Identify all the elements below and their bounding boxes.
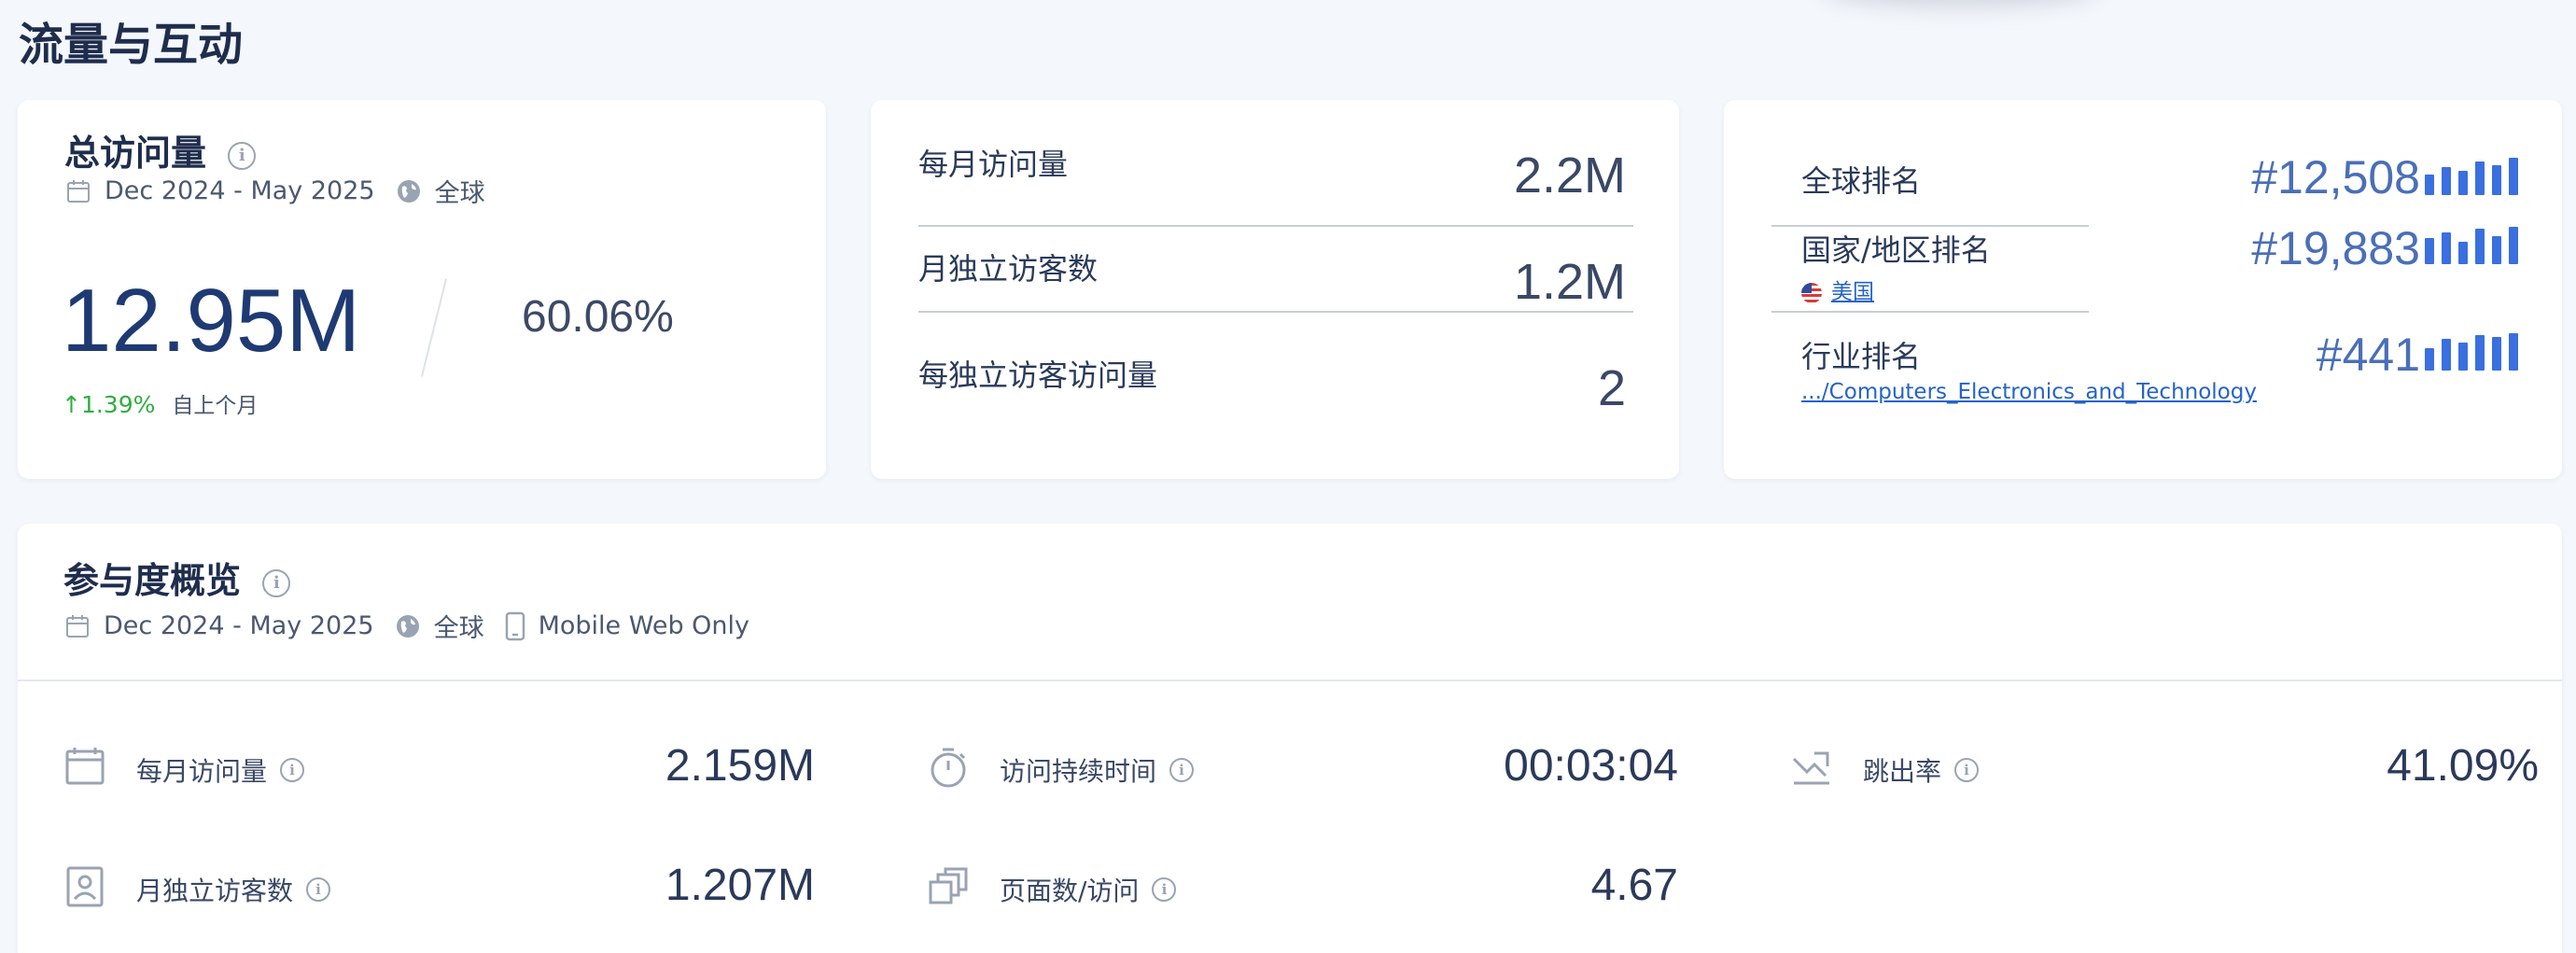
rank-label: 国家/地区排名 — [1801, 232, 1991, 268]
change-value: ↑1.39% — [62, 391, 156, 418]
metric-label-text: 每月访问量 — [136, 756, 268, 787]
bar-chart-icon[interactable] — [2425, 158, 2518, 195]
divider — [420, 278, 448, 377]
stat-label: 每独立访客访问量 — [918, 357, 1158, 393]
rank-value: #12,508 — [2251, 151, 2420, 203]
total-visits-card: 总访问量 i Dec 2024 - May 2025 全球 12.95M 60.… — [18, 100, 826, 479]
info-icon[interactable]: i — [306, 877, 331, 902]
stat-value: 2.2M — [1513, 147, 1626, 203]
flag-icon — [1801, 282, 1822, 303]
stat-row-monthly-visits: 每月访问量 2.2M — [918, 100, 1633, 227]
metric-label: 访问持续时间 i — [1000, 751, 1195, 789]
rank-card: 全球排名 #12,508 国家/地区排名 美国 #19,883 行业排名 ...… — [1724, 100, 2562, 479]
region: 全球 — [434, 179, 485, 208]
info-icon[interactable]: i — [228, 141, 257, 170]
divider — [18, 680, 2562, 681]
industry-link[interactable]: .../Computers_Electronics_and_Technology — [1801, 380, 2257, 404]
stat-value: 1.2M — [1513, 254, 1626, 310]
total-visits-title: 总访问量 — [64, 133, 207, 174]
monthly-stats-card: 每月访问量 2.2M 月独立访客数 1.2M 每独立访客访问量 2 — [871, 100, 1679, 479]
metric-monthly-visits: 每月访问量 i 2.159M — [63, 738, 815, 794]
date-range: Dec 2024 - May 2025 — [104, 611, 374, 640]
rank-label: 全球排名 — [1801, 163, 1922, 199]
traffic-share: 60.06% — [522, 292, 674, 342]
calendar-icon — [65, 748, 105, 785]
calendar-icon — [65, 178, 91, 204]
metric-label: 月独立访客数 i — [136, 871, 331, 908]
rank-row-country: 国家/地区排名 美国 #19,883 — [1771, 222, 2518, 333]
divider — [1771, 311, 2089, 313]
metric-bounce-rate: 跳出率 i 41.09% — [1790, 738, 2539, 794]
country-link[interactable]: 美国 — [1801, 273, 1874, 305]
engagement-card: 参与度概览 i Dec 2024 - May 2025 全球 Mobile We… — [18, 524, 2562, 953]
globe-icon — [396, 178, 422, 204]
metric-visit-duration: 访问持续时间 i 00:03:04 — [927, 738, 1678, 794]
rank-value: #441 — [2316, 329, 2420, 381]
change-label: 自上个月 — [172, 394, 259, 418]
total-visits-value: 12.95M — [62, 271, 361, 371]
date-range: Dec 2024 - May 2025 — [105, 176, 375, 205]
stat-row-visits-per-visitor: 每独立访客访问量 2 — [918, 313, 1633, 419]
mobile-icon — [505, 611, 525, 641]
engagement-title: 参与度概览 — [63, 560, 242, 601]
rank-value: #19,883 — [2251, 222, 2420, 274]
metric-value: 4.67 — [1590, 861, 1678, 910]
metric-label: 跳出率 i — [1863, 751, 1980, 789]
change-row: ↑1.39% 自上个月 — [62, 387, 258, 419]
metric-value: 1.207M — [665, 861, 815, 910]
info-icon[interactable]: i — [262, 568, 291, 597]
info-icon[interactable]: i — [280, 758, 305, 782]
metric-label-text: 月独立访客数 — [136, 876, 294, 906]
metric-label-text: 访问持续时间 — [1000, 756, 1157, 787]
metric-pages-per-visit: 页面数/访问 i 4.67 — [927, 858, 1678, 914]
info-icon[interactable]: i — [1152, 877, 1177, 902]
stat-label: 每月访问量 — [918, 147, 1069, 182]
total-visits-meta: Dec 2024 - May 2025 全球 — [65, 173, 485, 209]
metric-value: 2.159M — [665, 741, 815, 791]
globe-icon — [395, 613, 421, 639]
stat-row-unique-visitors: 月独立访客数 1.2M — [918, 206, 1633, 313]
bar-chart-icon[interactable] — [2425, 227, 2518, 264]
metric-value: 41.09% — [2387, 741, 2539, 791]
metric-unique-visitors: 月独立访客数 i 1.207M — [63, 858, 815, 914]
bounce-arrow-icon — [1792, 751, 1829, 785]
pages-icon — [929, 867, 968, 904]
metric-label: 每月访问量 i — [136, 751, 305, 789]
engagement-heading: 参与度概览 i — [63, 552, 291, 603]
rank-row-industry: 行业排名 .../Computers_Electronics_and_Techn… — [1771, 329, 2518, 440]
stat-value: 2 — [1597, 360, 1626, 416]
region: 全球 — [433, 614, 484, 643]
engagement-meta: Dec 2024 - May 2025 全球 Mobile Web Only — [64, 608, 749, 644]
total-visits-heading: 总访问量 i — [64, 124, 257, 175]
info-icon[interactable]: i — [1169, 758, 1195, 782]
device-filter: Mobile Web Only — [538, 611, 750, 640]
info-icon[interactable]: i — [1954, 758, 1980, 782]
calendar-icon — [64, 613, 91, 639]
visitor-card-icon — [66, 866, 104, 907]
country-name[interactable]: 美国 — [1831, 280, 1874, 304]
section-title: 流量与互动 — [19, 19, 244, 71]
rank-row-global: 全球排名 #12,508 — [1771, 100, 2518, 227]
metric-value: 00:03:04 — [1504, 741, 1678, 791]
metric-label-text: 页面数/访问 — [1000, 876, 1140, 906]
metric-label: 页面数/访问 i — [1000, 871, 1177, 908]
timer-icon — [931, 748, 966, 788]
stat-label: 月独立访客数 — [918, 251, 1099, 287]
rank-label: 行业排名 — [1801, 339, 1922, 374]
bar-chart-icon[interactable] — [2425, 333, 2518, 371]
metric-label-text: 跳出率 — [1863, 756, 1942, 787]
